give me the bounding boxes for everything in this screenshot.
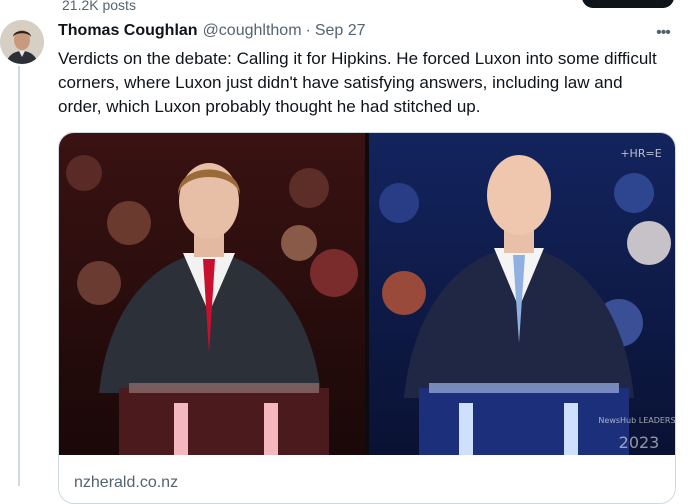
follow-button[interactable] bbox=[582, 0, 674, 8]
avatar-image bbox=[0, 20, 44, 64]
card-domain[interactable]: nzherald.co.nz bbox=[74, 474, 178, 492]
tweet-date[interactable]: Sep 27 bbox=[315, 22, 366, 40]
thread-line bbox=[18, 66, 20, 486]
more-horizontal-icon: ••• bbox=[656, 24, 671, 41]
watermark-bottom: 2023 bbox=[619, 433, 660, 452]
watermark-top: +HR=E bbox=[620, 147, 661, 160]
link-card[interactable]: +HR=E NewsHub LEADERS 2023 nzherald.co.n… bbox=[58, 132, 676, 504]
card-image: +HR=E NewsHub LEADERS 2023 bbox=[59, 133, 675, 455]
top-bar: 21.2K posts bbox=[0, 0, 688, 16]
avatar[interactable] bbox=[0, 20, 44, 64]
watermark-mid: NewsHub LEADERS bbox=[598, 416, 675, 425]
author-handle[interactable]: @coughlthom bbox=[203, 22, 302, 40]
more-button[interactable]: ••• bbox=[652, 24, 674, 42]
author-name[interactable]: Thomas Coughlan bbox=[58, 22, 198, 40]
tweet-text: Verdicts on the debate: Calling it for H… bbox=[58, 49, 657, 116]
separator: · bbox=[305, 22, 311, 39]
tweet-header: Thomas Coughlan @coughlthom · Sep 27 bbox=[58, 22, 366, 44]
posts-count: 21.2K posts bbox=[62, 0, 136, 13]
